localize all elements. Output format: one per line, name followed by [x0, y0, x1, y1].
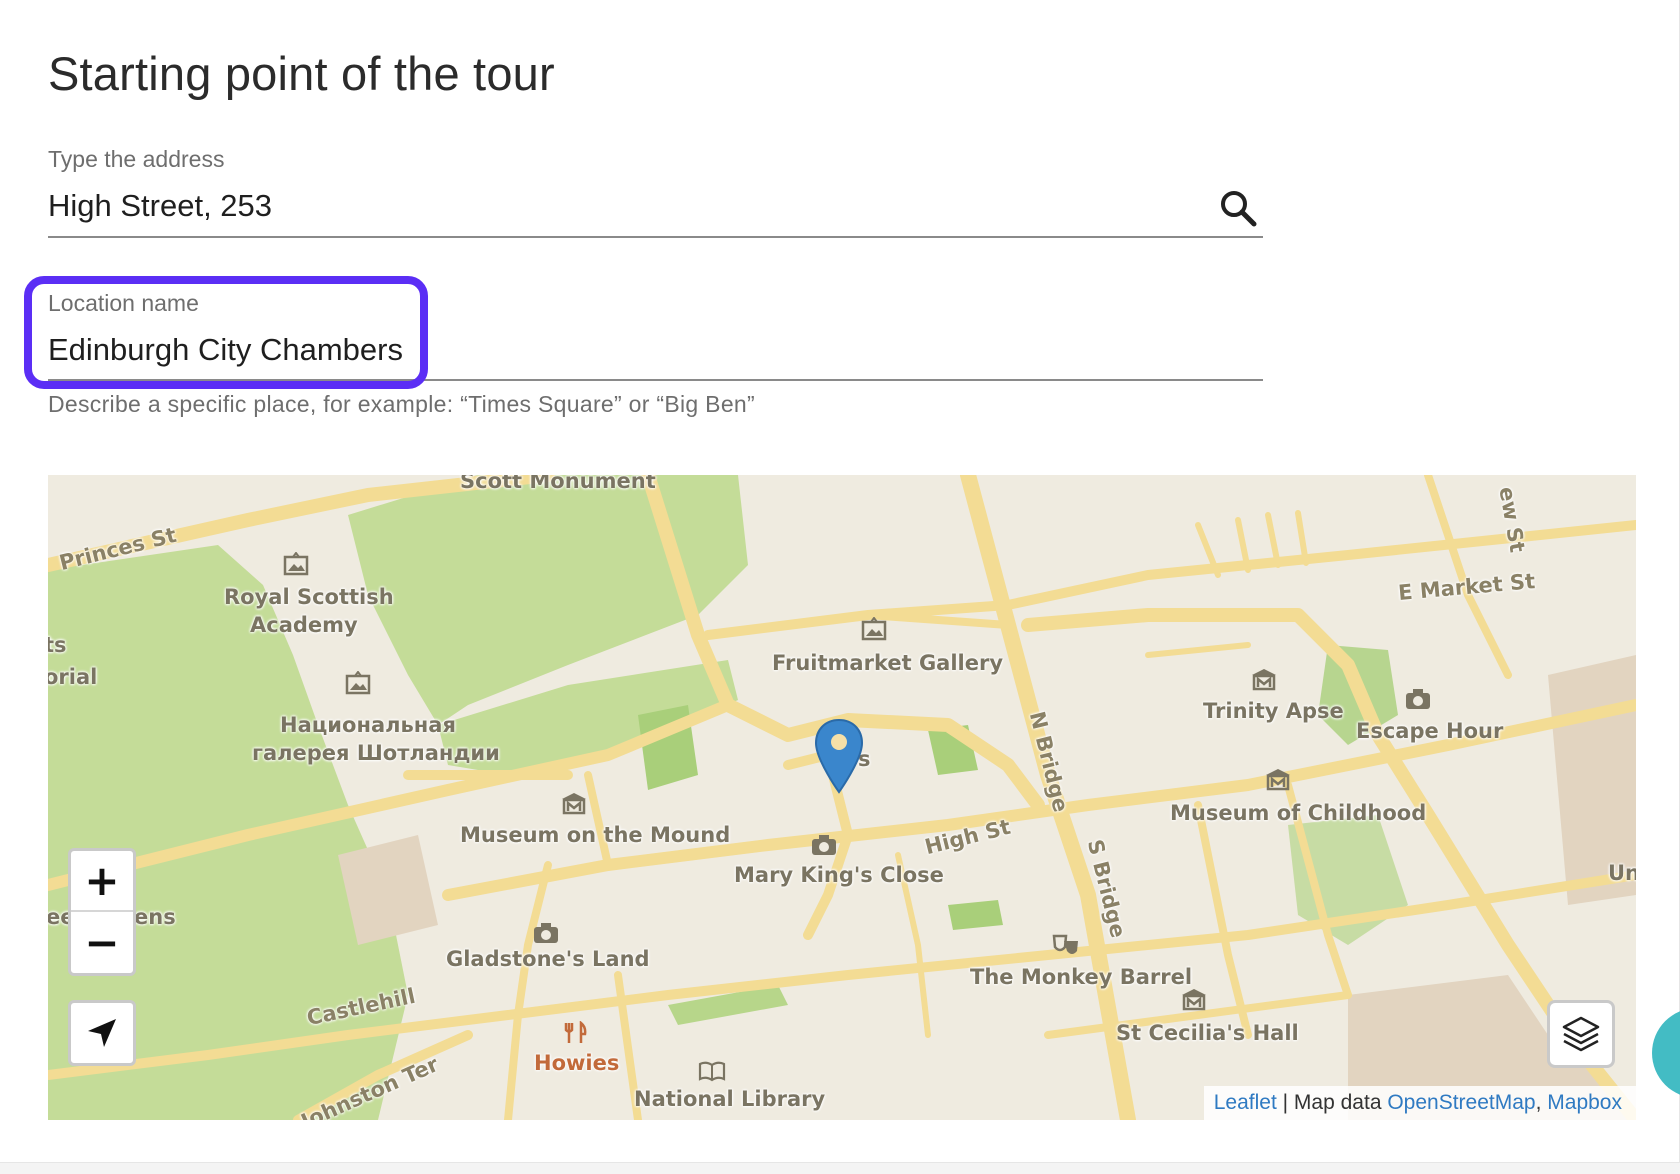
floating-action-button[interactable]	[1652, 1008, 1680, 1098]
location-name-highlight	[24, 276, 428, 389]
zoom-out-button[interactable]: −	[71, 912, 133, 973]
map-label-howies: Howies	[534, 1051, 620, 1075]
address-input[interactable]: High Street, 253	[48, 188, 272, 224]
search-icon	[1221, 191, 1257, 227]
map-attribution: Leaflet | Map data OpenStreetMap , Mapbo…	[1203, 1086, 1636, 1120]
map-label-royal-scottish: Royal Scottish	[224, 585, 394, 609]
museum-icon	[562, 793, 586, 815]
map-label-museum-mound: Museum on the Mound	[460, 823, 731, 847]
museum-icon	[1266, 769, 1290, 791]
map-label-museum-childhood: Museum of Childhood	[1170, 801, 1427, 825]
museum-icon	[1252, 669, 1276, 691]
mapbox-link[interactable]: Mapbox	[1547, 1091, 1622, 1115]
map-label-trinity-apse: Trinity Apse	[1203, 699, 1344, 723]
openstreetmap-link[interactable]: OpenStreetMap	[1387, 1091, 1535, 1115]
attribution-separator: | Map data	[1276, 1091, 1388, 1114]
map-label-natsionalnaya: Национальная	[280, 713, 456, 737]
zoom-control: + −	[68, 848, 136, 976]
map-label-orial: orial	[48, 665, 98, 689]
map-label-st-cecilias: St Cecilia's Hall	[1116, 1021, 1299, 1045]
address-underline	[48, 236, 1263, 238]
gallery-icon	[345, 671, 371, 695]
museum-icon	[1182, 989, 1206, 1011]
gallery-icon	[283, 552, 309, 576]
library-icon	[698, 1061, 726, 1082]
map-label-ts: ts	[48, 633, 67, 657]
layers-button[interactable]	[1547, 1000, 1615, 1068]
map-label-academy: Academy	[250, 613, 358, 637]
camera-icon	[1406, 689, 1430, 709]
camera-icon	[812, 835, 836, 855]
map-label-un: Un	[1608, 861, 1636, 885]
zoom-in-button[interactable]: +	[71, 851, 133, 912]
map-label-mary-kings: Mary King's Close	[734, 863, 944, 887]
camera-icon	[534, 923, 558, 943]
attribution-comma: ,	[1535, 1091, 1548, 1114]
location-marker-icon[interactable]	[813, 718, 865, 794]
search-button[interactable]	[1216, 186, 1260, 230]
layers-icon	[1562, 1016, 1600, 1052]
tour-start-card: Starting point of the tour Type the addr…	[0, 0, 1680, 1163]
address-label: Type the address	[48, 146, 225, 172]
gallery-icon	[861, 617, 887, 641]
restaurant-icon	[564, 1021, 587, 1043]
locate-me-button[interactable]	[68, 1000, 136, 1066]
theatre-icon	[1052, 934, 1078, 954]
leaflet-link[interactable]: Leaflet	[1214, 1091, 1277, 1115]
map-label-monkey-barrel: The Monkey Barrel	[970, 965, 1193, 989]
map-label-galereya: галерея Шотландии	[252, 741, 500, 765]
map-view[interactable]: Scott Monument Princes St ts orial Royal…	[48, 475, 1636, 1120]
map-label-gladstones: Gladstone's Land	[446, 947, 650, 971]
navigation-arrow-icon	[88, 1019, 116, 1047]
map-label-fruitmarket: Fruitmarket Gallery	[772, 651, 1004, 675]
location-name-helper: Describe a specific place, for example: …	[48, 391, 755, 417]
map-label-escape-hour: Escape Hour	[1356, 719, 1504, 743]
map-label-national-library: National Library	[634, 1087, 826, 1111]
map-label-ens: ens	[134, 905, 176, 929]
page-title: Starting point of the tour	[48, 47, 555, 100]
map-label-scott-monument: Scott Monument	[460, 475, 656, 493]
